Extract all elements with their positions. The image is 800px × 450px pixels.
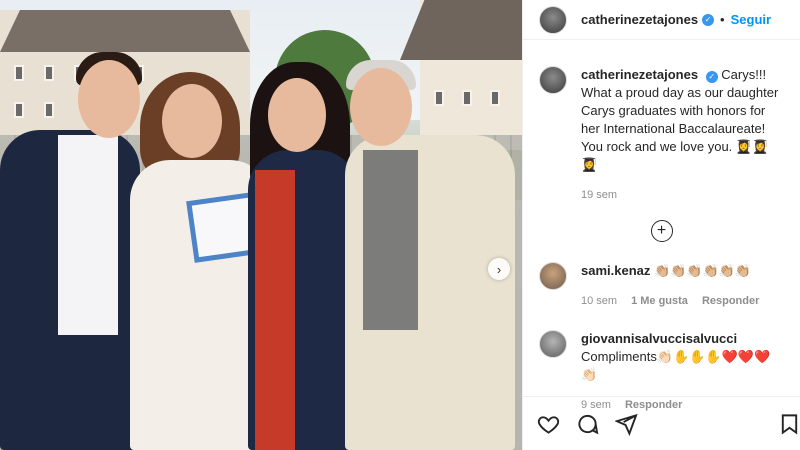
bookmark-icon[interactable]: [778, 412, 800, 436]
author-username[interactable]: catherinezetajones: [581, 12, 698, 27]
comment-icon[interactable]: [576, 412, 599, 436]
chevron-right-icon: ›: [496, 261, 502, 277]
comment-likes[interactable]: 1 Me gusta: [631, 292, 688, 310]
comment-avatar[interactable]: [539, 262, 567, 290]
comment-text: 👏🏼👏🏼👏🏼👏🏼👏🏼👏🏼: [654, 263, 752, 278]
verified-badge-icon: ✓: [702, 13, 715, 26]
plus-circle-icon[interactable]: +: [650, 220, 673, 242]
caption-time[interactable]: 19 sem: [581, 186, 617, 204]
comment-item: sami.kenaz 👏🏼👏🏼👏🏼👏🏼👏🏼👏🏼 10 sem 1 Me gust…: [523, 262, 800, 310]
comment-username[interactable]: giovannisalvuccisalvucci: [581, 331, 737, 346]
caption-username[interactable]: catherinezetajones: [581, 67, 698, 82]
caption-text: Carys!!! What a proud day as our daughte…: [581, 67, 779, 172]
heart-icon[interactable]: [537, 412, 560, 436]
post-caption: catherinezetajones ✓ Carys!!! What a pro…: [523, 40, 800, 204]
follow-button[interactable]: Seguir: [731, 12, 771, 27]
reply-button[interactable]: Responder: [702, 292, 759, 310]
comment-time[interactable]: 10 sem: [581, 292, 617, 310]
post-photo[interactable]: ›: [0, 0, 522, 450]
share-icon[interactable]: [615, 412, 638, 436]
comment-username[interactable]: sami.kenaz: [581, 263, 650, 278]
post-actions-bar: [523, 396, 800, 450]
comment-avatar[interactable]: [539, 330, 567, 358]
verified-badge-icon: ✓: [705, 71, 718, 83]
post-sidebar: catherinezetajones ✓ • Seguir catherinez…: [522, 0, 800, 450]
caption-avatar[interactable]: [539, 66, 567, 94]
post-header: catherinezetajones ✓ • Seguir: [523, 0, 800, 40]
separator-dot: •: [720, 12, 725, 27]
author-avatar[interactable]: [539, 5, 567, 34]
carousel-next-button[interactable]: ›: [488, 258, 510, 280]
comment-text: Compliments👏🏻✋✋✋❤️❤️❤️👏🏻: [581, 349, 771, 382]
